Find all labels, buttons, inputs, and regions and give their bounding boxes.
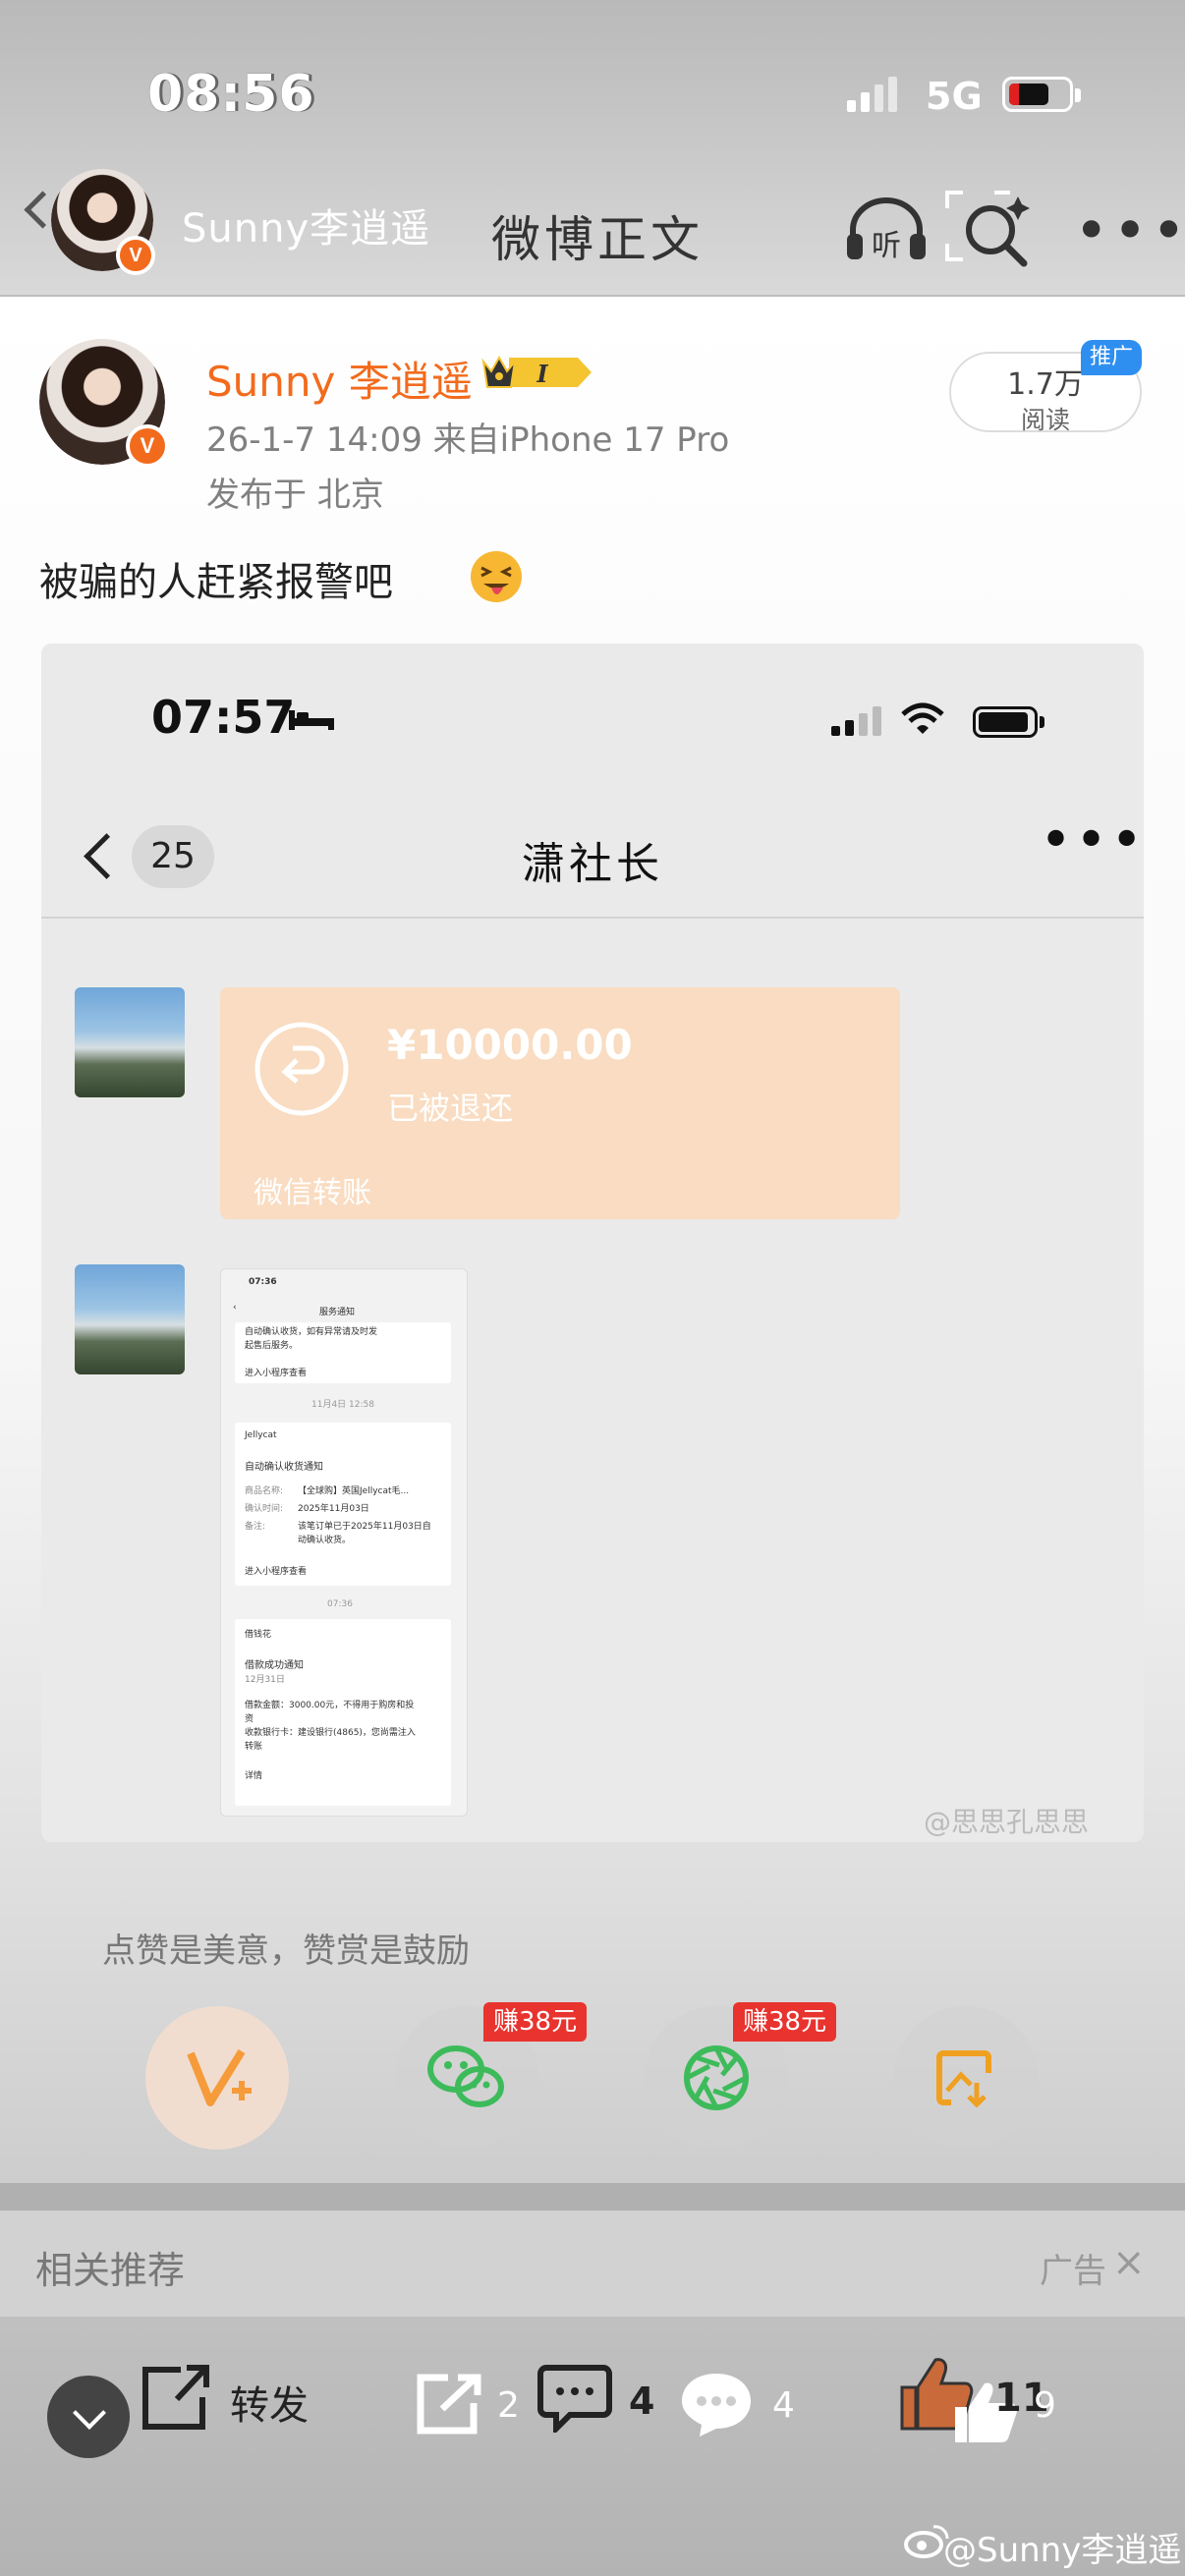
- image-wifi-icon: [901, 702, 944, 734]
- ai-search-icon[interactable]: [943, 189, 1034, 267]
- comment-count-secondary: 4: [772, 2385, 795, 2426]
- post-location: 发布于 北京: [206, 476, 384, 515]
- post-time-source: 26-1-7 14:09 来自iPhone 17 Pro: [206, 420, 730, 460]
- tongue-emoji-icon: [471, 551, 522, 602]
- verified-badge-icon: V: [116, 236, 155, 275]
- like-count-secondary: 9: [1034, 2385, 1056, 2426]
- network-type: 5G: [926, 75, 983, 118]
- save-image-button[interactable]: [894, 2006, 1038, 2150]
- post-text: 被骗的人赶紧报警吧: [39, 560, 393, 605]
- read-label: 阅读: [1020, 406, 1070, 434]
- nested-card3-brand: 借钱花: [245, 1630, 272, 1640]
- section-separator: [0, 2183, 1185, 2211]
- nested-card3-line: 资: [245, 1714, 254, 1724]
- earn-badge: 赚38元: [733, 2002, 837, 2042]
- share-icon[interactable]: [413, 2372, 483, 2436]
- nested-card2-brand: Jellycat: [245, 1430, 277, 1440]
- nested-title: 服务通知: [319, 1308, 356, 1317]
- nested-card2-key: 备注:: [245, 1522, 266, 1532]
- nested-time-2: 07:36: [327, 1599, 353, 1609]
- nested-card-2: Jellycat 自动确认收货通知 商品名称: 【全球购】英国Jellycat毛…: [235, 1423, 451, 1586]
- forward-button[interactable]: 转发: [230, 2374, 309, 2431]
- cellular-signal-icon: [847, 75, 906, 112]
- nested-back-icon: ‹: [233, 1303, 237, 1313]
- nested-card2-link: 进入小程序查看: [245, 1567, 308, 1577]
- author-name[interactable]: Sunny 李逍遥: [206, 349, 473, 409]
- reward-vip-button[interactable]: [145, 2006, 289, 2150]
- transfer-footer: 微信转账: [254, 1176, 371, 1210]
- transfer-amount: ¥10000.00: [387, 1021, 633, 1069]
- headphones-listen-icon[interactable]: 听: [845, 196, 928, 261]
- nested-card2-key: 确认时间:: [245, 1504, 284, 1514]
- nested-card-1: 自动确认收货，如有异常请及时发 起售后服务。 进入小程序查看: [235, 1322, 451, 1383]
- nested-card2-value: 【全球购】英国Jellycat毛...: [298, 1486, 410, 1496]
- comment-icon-secondary[interactable]: [678, 2370, 755, 2438]
- ad-close-icon[interactable]: ×: [1112, 2240, 1146, 2285]
- listen-icon-text: 听: [872, 229, 901, 261]
- nested-card1-line: 自动确认收货，如有异常请及时发: [245, 1327, 378, 1337]
- sleep-bed-icon: [289, 710, 334, 730]
- vip-crown-icon: I: [481, 355, 592, 388]
- nested-card2-value: 2025年11月03日: [298, 1504, 369, 1514]
- status-time: 08:56: [147, 65, 315, 124]
- nested-card2-value: 动确认收货。: [298, 1536, 352, 1545]
- image-status-time: 07:57: [151, 691, 296, 744]
- nested-card2-key: 商品名称:: [245, 1486, 284, 1496]
- ad-label: 广告: [1040, 2252, 1106, 2291]
- earn-badge: 赚38元: [483, 2002, 588, 2042]
- refund-arrow-icon: [254, 1022, 349, 1116]
- image-more-icon: •••: [1040, 809, 1144, 872]
- comment-icon[interactable]: [536, 2364, 613, 2433]
- nested-card3-line: 收款银行卡：建设银行(4865)，您尚需注入: [245, 1728, 416, 1738]
- image-divider: [41, 917, 1144, 919]
- image-watermark: @思思孔思思: [924, 1806, 1090, 1838]
- nested-card3-line: 转账: [245, 1742, 263, 1752]
- more-icon[interactable]: •••: [1074, 201, 1185, 260]
- nested-card3-link: 详情: [245, 1771, 263, 1781]
- vip-level: I: [536, 360, 548, 388]
- nested-card2-title: 自动确认收货通知: [245, 1462, 323, 1473]
- image-battery-tip: [1040, 716, 1044, 728]
- verified-badge-icon: V: [126, 424, 169, 468]
- battery-tip: [1075, 88, 1081, 102]
- page-title: 微博正文: [491, 211, 704, 268]
- nested-card3-line: 借款金额：3000.00元，不得用于购房和投: [245, 1701, 415, 1710]
- promote-tag[interactable]: 推广: [1081, 340, 1142, 375]
- nested-card-3: 借钱花 借款成功通知 12月31日 借款金额：3000.00元，不得用于购房和投…: [235, 1619, 451, 1806]
- vip-plus-icon: [187, 2048, 252, 2106]
- chat-avatar: [75, 1264, 185, 1374]
- nested-date: 11月4日 12:58: [311, 1400, 374, 1410]
- chat-avatar: [75, 987, 185, 1097]
- forward-count: 2: [497, 2385, 520, 2426]
- comment-count: 4: [629, 2380, 655, 2423]
- nested-card2-value: 该笔订单已于2025年11月03日自: [298, 1522, 431, 1532]
- nav-user-name[interactable]: Sunny李逍遥: [182, 196, 430, 253]
- nested-card3-title: 借款成功通知: [245, 1660, 304, 1671]
- footer-watermark: @Sunny李逍遥: [943, 2531, 1182, 2570]
- nested-time: 07:36: [249, 1277, 277, 1287]
- nested-screenshot: 07:36 ‹ 服务通知 自动确认收货，如有异常请及时发 起售后服务。 进入小程…: [220, 1268, 468, 1817]
- image-battery-icon: [973, 706, 1038, 738]
- post-image[interactable]: 07:57 25 潇社长 ••• ¥10000.00 已被退还 微信转账 07:…: [41, 644, 1144, 1842]
- nested-card3-date: 12月31日: [245, 1675, 285, 1685]
- transfer-card: ¥10000.00 已被退还 微信转账: [220, 987, 900, 1219]
- related-title: 相关推荐: [35, 2249, 186, 2292]
- reward-hint: 点赞是美意，赞赏是鼓励: [102, 1932, 470, 1971]
- forward-icon[interactable]: [138, 2364, 212, 2433]
- nested-card1-link: 进入小程序查看: [245, 1369, 308, 1378]
- transfer-status: 已被退还: [387, 1090, 514, 1127]
- nested-card1-line: 起售后服务。: [245, 1341, 299, 1351]
- image-chat-title: 潇社长: [522, 839, 663, 889]
- save-image-icon: [936, 2050, 991, 2108]
- collapse-button[interactable]: [47, 2376, 130, 2458]
- battery-icon: [1002, 77, 1073, 112]
- image-signal-icon: [831, 706, 881, 736]
